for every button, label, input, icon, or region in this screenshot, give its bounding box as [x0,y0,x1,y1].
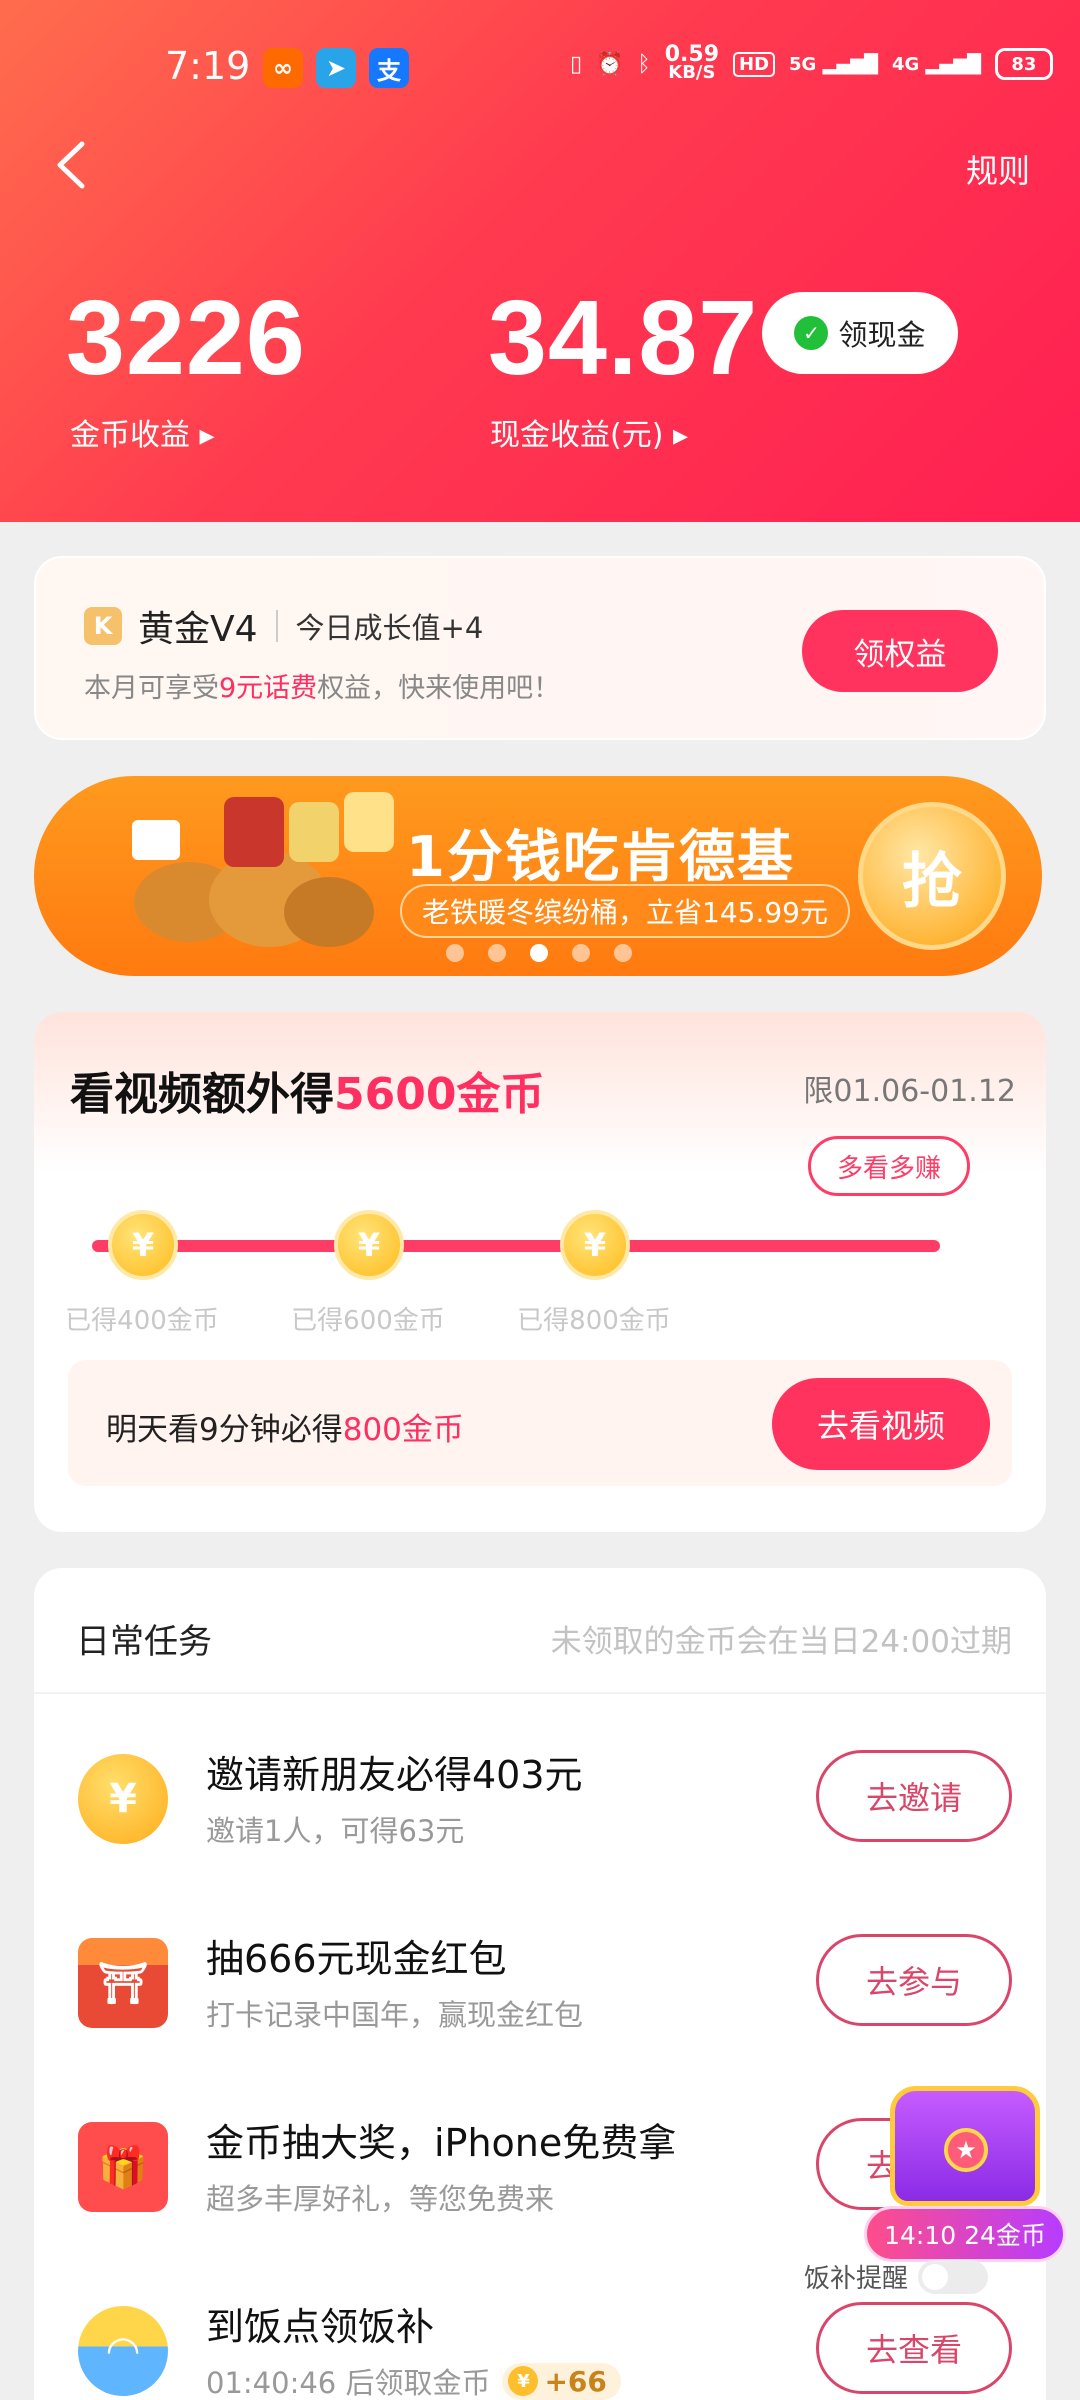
milestone-label: 已得600金币 [291,1306,445,1336]
coin-earnings-value: 3226 [66,279,306,397]
milestone-label: 已得800金币 [517,1306,671,1336]
claim-benefits-button[interactable]: 领权益 [802,610,998,692]
task-subtitle: 超多丰厚好礼，等您免费来 [206,2182,555,2216]
withdraw-label: 领现金 [838,318,926,352]
participate-button[interactable]: 去参与 [816,1934,1012,2026]
vibrate-icon: ▯ [570,51,583,77]
coin-reward-badge: ¥ +66 [502,2362,621,2400]
task-item-meal-subsidy: ◠ 到饭点领饭补 01:40:46 后领取金币 ¥ +66 去查看 [34,2286,1046,2400]
divider [275,610,278,642]
banner-title: 1分钱吃肯德基 [406,825,795,890]
task-title: 金币抽大奖，iPhone免费拿 [206,2121,677,2165]
back-arrow-icon[interactable] [52,140,92,190]
watch-more-bubble: 多看多赚 [808,1136,971,1196]
coin-icon: ¥ [508,2366,539,2396]
status-time: 7:19 [165,44,251,88]
milestone-coin-icon: ¥ [108,1210,178,1280]
treasure-chest-icon[interactable]: ★ [880,2066,1050,2216]
meal-reminder: 饭补提醒 [804,2258,989,2295]
alipay-app-icon: 支 [369,48,409,88]
header: 7:19 ∞ ➤ 支 ▯ ⏰ ᛒ 0.59 KB/S HD 5G ▂▄▆█ 4G … [0,0,1080,522]
vip-growth: 今日成长值+4 [295,611,484,645]
alarm-icon: ⏰ [596,51,624,77]
video-task-card: 看视频额外得5600金币 限01.06-01.12 多看多赚 ¥ ¥ ¥ 已得4… [34,1012,1046,1532]
vip-level: 黄金V4 [138,609,258,650]
wechat-icon: ✓ [794,316,829,350]
video-task-title: 看视频额外得5600金币 [70,1069,545,1120]
pagination-dot [572,944,590,962]
task-subtitle: 01:40:46 后领取金币 ¥ +66 [206,2360,621,2400]
kfc-food-image [114,792,414,962]
meal-reminder-label: 饭补提醒 [804,2264,909,2294]
banner-pagination [446,944,632,962]
video-task-date-range: 限01.06-01.12 [803,1074,1016,1109]
coin-earnings-label[interactable]: 金币收益 ▸ [70,410,215,454]
status-bar: 7:19 ∞ ➤ 支 ▯ ⏰ ᛒ 0.59 KB/S HD 5G ▂▄▆█ 4G … [0,40,1080,100]
kuaishou-app-icon: ∞ [263,48,303,88]
battery-icon: 83 [994,48,1053,80]
status-indicators: ▯ ⏰ ᛒ 0.59 KB/S HD 5G ▂▄▆█ 4G ▂▄▆█ 83 [570,42,1053,83]
pagination-dot [446,944,464,962]
banner-subtitle: 老铁暖冬缤纷桶，立省145.99元 [400,884,850,938]
withdraw-cash-button[interactable]: ✓ 领现金 [762,292,958,374]
view-button[interactable]: 去查看 [816,2302,1012,2394]
temple-icon: ⛩ [78,1938,168,2028]
daily-tasks-note: 未领取的金币会在当日24:00过期 [550,1624,1012,1660]
vip-badge-icon: K [84,607,122,645]
grab-button[interactable]: 抢 [858,802,1006,950]
cash-earnings-value: 34.87 [488,279,759,397]
task-title: 到饭点领饭补 [206,2305,435,2349]
milestone-coin-icon: ¥ [334,1210,404,1280]
daily-tasks-title: 日常任务 [76,1622,212,1662]
milestone-label: 已得400金币 [65,1306,219,1336]
signal-4g-icon: 4G ▂▄▆█ [891,53,981,75]
cash-earnings-label[interactable]: 现金收益(元) ▸ [490,410,688,454]
task-item-red-packet: ⛩ 抽666元现金红包 打卡记录中国年，赢现金红包 去参与 [34,1918,1046,2078]
notification-icons: ∞ ➤ 支 [263,48,409,88]
milestone-coin-icon: ¥ [560,1210,630,1280]
pagination-dot [614,944,632,962]
rice-bowl-icon: ◠ [78,2306,168,2396]
divider [34,1692,1046,1694]
task-item-invite: ¥ 邀请新朋友必得403元 邀请1人，可得63元 去邀请 [34,1734,1046,1894]
task-subtitle: 邀请1人，可得63元 [206,1814,465,1848]
vip-description: 本月可享受9元话费权益，快来使用吧！ [84,673,561,704]
vip-card: K 黄金V4 今日成长值+4 本月可享受9元话费权益，快来使用吧！ 领权益 [34,556,1046,740]
task-title: 抽666元现金红包 [206,1937,507,1981]
vip-title: K 黄金V4 今日成长值+4 [84,600,483,652]
video-reward-row: 明天看9分钟必得800金币 去看视频 [68,1360,1012,1486]
progress-track [92,1240,940,1252]
video-reward-text: 明天看9分钟必得800金币 [106,1412,464,1448]
network-speed: 0.59 KB/S [664,42,719,83]
coin-icon: ¥ [78,1754,168,1844]
pagination-dot [488,944,506,962]
meal-reminder-toggle[interactable] [918,2259,989,2294]
task-title: 邀请新朋友必得403元 [206,1753,583,1797]
gift-icon: 🎁 [78,2122,168,2212]
watch-video-button[interactable]: 去看视频 [772,1378,990,1470]
telegram-app-icon: ➤ [316,48,356,88]
rules-link[interactable]: 规则 [966,146,1030,192]
hd-icon: HD [733,51,776,77]
pagination-dot-active [530,944,548,962]
task-subtitle: 打卡记录中国年，赢现金红包 [206,1998,584,2032]
bluetooth-icon: ᛒ [637,51,651,77]
invite-button[interactable]: 去邀请 [816,1750,1012,1842]
signal-5g-icon: 5G ▂▄▆█ [789,53,878,75]
star-icon: ★ [944,2128,988,2172]
chest-timer[interactable]: 14:10 24金币 [864,2206,1066,2262]
